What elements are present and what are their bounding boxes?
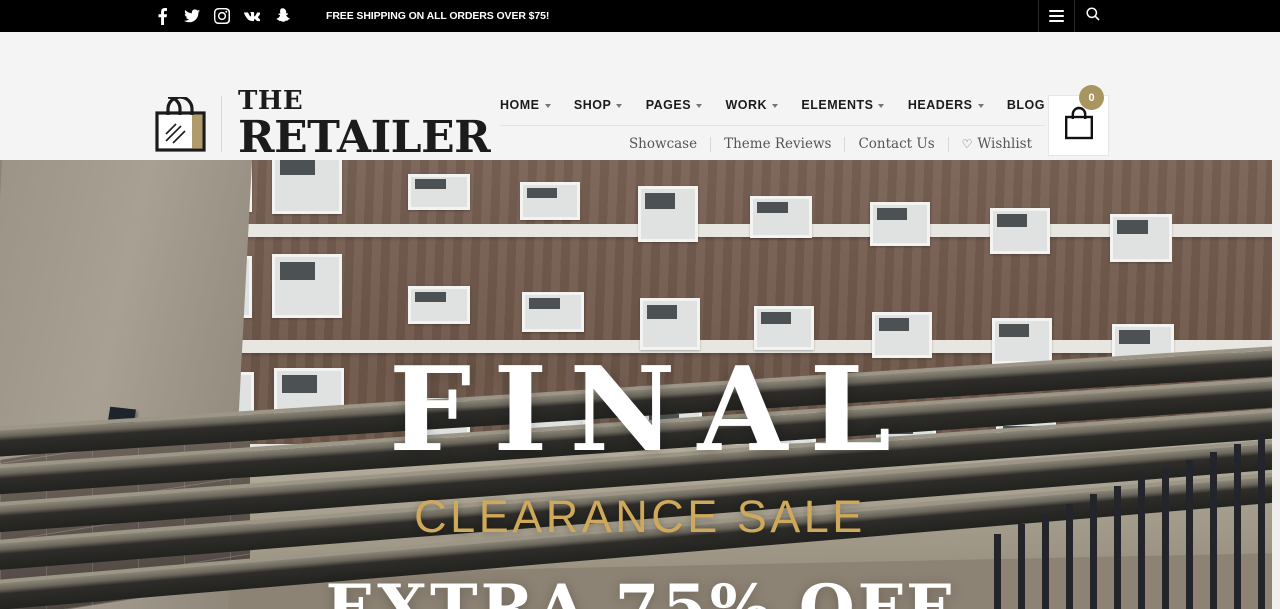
subnav-label: Wishlist bbox=[977, 136, 1032, 152]
main-navigation: HOME SHOP PAGES WORK ELEMENTS HEADERS BL… bbox=[500, 98, 1045, 126]
logo[interactable]: THE RETAILER bbox=[154, 86, 491, 163]
hero-content: FINAL CLEARANCE SALE EXTRA 75% OFF bbox=[0, 160, 1280, 609]
nav-label: HEADERS bbox=[907, 98, 973, 112]
subnav-item-wishlist[interactable]: ♡ Wishlist bbox=[949, 136, 1045, 152]
hero-headline: FINAL bbox=[388, 342, 914, 478]
instagram-icon[interactable] bbox=[214, 7, 230, 25]
shopping-bag-icon bbox=[1063, 106, 1095, 145]
twitter-icon[interactable] bbox=[184, 7, 200, 25]
chevron-down-icon bbox=[544, 104, 551, 108]
chevron-down-icon bbox=[772, 104, 779, 108]
subnav-item-theme-reviews[interactable]: Theme Reviews bbox=[711, 136, 844, 152]
hero-banner: FINAL CLEARANCE SALE EXTRA 75% OFF $ 59 bbox=[0, 160, 1280, 609]
top-bar-actions bbox=[1038, 0, 1280, 32]
facebook-icon[interactable] bbox=[154, 7, 170, 25]
chevron-down-icon bbox=[977, 104, 984, 108]
subnav-item-showcase[interactable]: Showcase bbox=[616, 136, 710, 152]
top-bar-spacer bbox=[1110, 0, 1280, 32]
hamburger-menu-button[interactable] bbox=[1038, 0, 1074, 32]
top-bar: FREE SHIPPING ON ALL ORDERS OVER $75! bbox=[0, 0, 1280, 32]
site-header: THE RETAILER HOME SHOP PAGES WORK ELEMEN… bbox=[0, 32, 1280, 160]
nav-label: BLOG bbox=[1006, 98, 1045, 112]
snapchat-icon[interactable] bbox=[274, 7, 290, 25]
nav-item-home[interactable]: HOME bbox=[500, 98, 551, 112]
search-button[interactable] bbox=[1074, 0, 1110, 32]
nav-item-headers[interactable]: HEADERS bbox=[908, 98, 984, 112]
shipping-note: FREE SHIPPING ON ALL ORDERS OVER $75! bbox=[326, 10, 550, 22]
nav-item-shop[interactable]: SHOP bbox=[573, 98, 623, 112]
nav-label: WORK bbox=[725, 98, 768, 112]
vk-icon[interactable] bbox=[244, 7, 260, 25]
nav-label: SHOP bbox=[573, 98, 612, 112]
nav-label: ELEMENTS bbox=[801, 98, 874, 112]
nav-label: PAGES bbox=[645, 98, 692, 112]
nav-item-elements[interactable]: ELEMENTS bbox=[801, 98, 885, 112]
cart-count-badge: 0 bbox=[1079, 85, 1104, 110]
chevron-down-icon bbox=[696, 104, 703, 108]
nav-item-blog[interactable]: BLOG bbox=[1007, 98, 1045, 112]
hero-subheadline: CLEARANCE SALE bbox=[414, 491, 866, 543]
nav-label: HOME bbox=[500, 98, 540, 112]
social-links bbox=[154, 7, 290, 25]
heart-icon: ♡ bbox=[961, 137, 973, 151]
logo-line-2: RETAILER bbox=[238, 112, 491, 163]
nav-item-work[interactable]: WORK bbox=[725, 98, 779, 112]
search-icon bbox=[1085, 6, 1100, 26]
subnav-item-contact-us[interactable]: Contact Us bbox=[845, 136, 947, 152]
shopping-bag-logo-icon bbox=[154, 94, 207, 152]
chevron-down-icon bbox=[616, 104, 623, 108]
nav-item-pages[interactable]: PAGES bbox=[645, 98, 703, 112]
navigation: HOME SHOP PAGES WORK ELEMENTS HEADERS BL… bbox=[500, 98, 1045, 152]
logo-line-1: THE bbox=[238, 86, 304, 116]
logo-wordmark: THE RETAILER bbox=[238, 86, 491, 163]
hamburger-icon bbox=[1049, 7, 1064, 25]
secondary-navigation: Showcase Theme Reviews Contact Us ♡ Wish… bbox=[500, 126, 1045, 152]
hero-tagline: EXTRA 75% OFF bbox=[325, 571, 955, 609]
chevron-down-icon bbox=[878, 104, 885, 108]
logo-divider bbox=[221, 96, 222, 152]
